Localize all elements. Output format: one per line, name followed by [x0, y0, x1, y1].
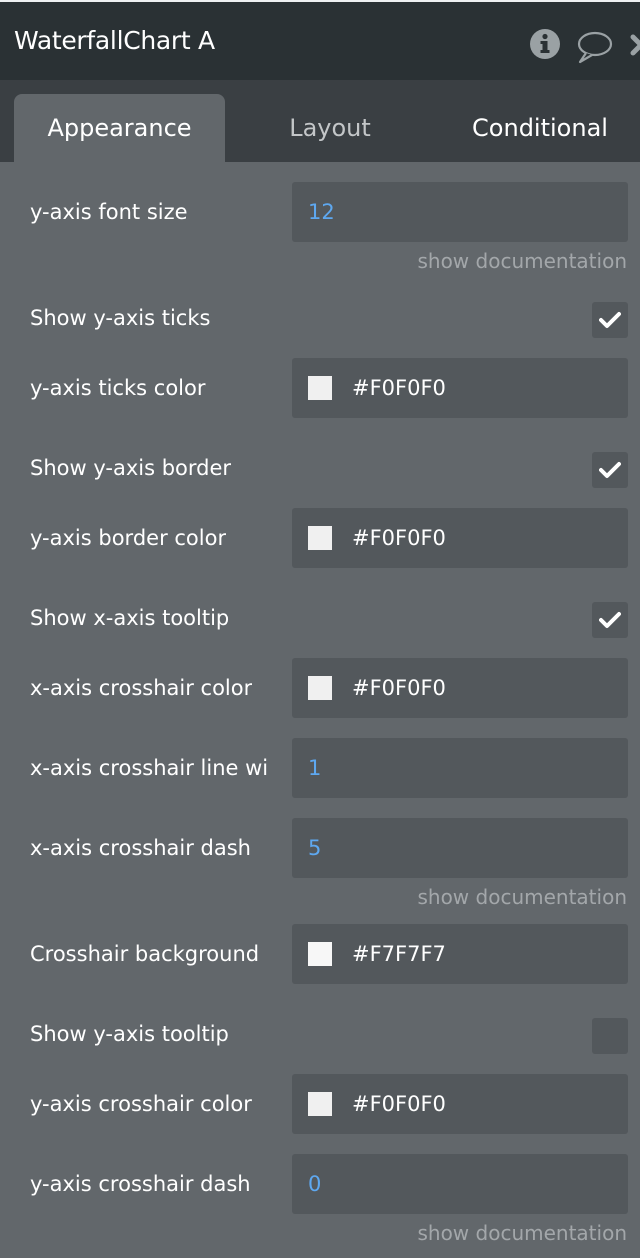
y-axis-ticks-color-label: y-axis ticks color — [30, 376, 206, 400]
tab-appearance[interactable]: Appearance — [14, 94, 225, 162]
show-x-axis-tooltip-label: Show x-axis tooltip — [30, 606, 230, 630]
crosshair-background-value: #F7F7F7 — [352, 942, 446, 966]
y-axis-ticks-color-input[interactable]: #F0F0F0 — [292, 358, 628, 418]
show-y-axis-tooltip-checkbox[interactable] — [592, 1018, 628, 1054]
x-axis-crosshair-dash-input[interactable]: 5 — [292, 818, 628, 878]
crosshair-background-input[interactable]: #F7F7F7 — [292, 924, 628, 984]
show-x-axis-tooltip-checkbox[interactable] — [592, 602, 628, 638]
x-axis-crosshair-dash-label: x-axis crosshair dash — [30, 836, 251, 860]
close-icon[interactable] — [630, 34, 640, 60]
y-axis-crosshair-dash-label: y-axis crosshair dash — [30, 1172, 251, 1196]
show-y-axis-tooltip-label: Show y-axis tooltip — [30, 1022, 229, 1046]
show-y-axis-border-checkbox[interactable] — [592, 452, 628, 488]
y-axis-font-size-value: 12 — [308, 200, 335, 224]
show-documentation-link[interactable]: show documentation — [417, 1221, 627, 1245]
show-y-axis-ticks-label: Show y-axis ticks — [30, 306, 211, 330]
x-axis-crosshair-line-width-label: x-axis crosshair line wi — [30, 756, 269, 780]
x-axis-crosshair-line-width-value: 1 — [308, 756, 322, 780]
comment-icon[interactable] — [576, 30, 614, 68]
y-axis-crosshair-color-value: #F0F0F0 — [352, 1092, 446, 1116]
y-axis-crosshair-dash-input[interactable]: 0 — [292, 1154, 628, 1214]
x-axis-crosshair-color-value: #F0F0F0 — [352, 676, 446, 700]
y-axis-font-size-input[interactable]: 12 — [292, 182, 628, 242]
color-swatch[interactable] — [308, 676, 332, 700]
x-axis-crosshair-dash-value: 5 — [308, 836, 322, 860]
info-icon[interactable] — [529, 28, 561, 64]
color-swatch[interactable] — [308, 376, 332, 400]
tab-conditional[interactable]: Conditional — [450, 94, 630, 162]
tab-layout[interactable]: Layout — [255, 94, 405, 162]
checkmark-icon — [599, 312, 621, 328]
color-swatch[interactable] — [308, 1092, 332, 1116]
crosshair-background-label: Crosshair background — [30, 942, 260, 966]
y-axis-border-color-label: y-axis border color — [30, 526, 227, 550]
color-swatch[interactable] — [308, 526, 332, 550]
y-axis-ticks-color-value: #F0F0F0 — [352, 376, 446, 400]
panel-title: WaterfallChart A — [14, 26, 215, 55]
checkmark-icon — [599, 462, 621, 478]
y-axis-crosshair-dash-value: 0 — [308, 1172, 322, 1196]
y-axis-crosshair-color-label: y-axis crosshair color — [30, 1092, 252, 1116]
y-axis-crosshair-color-input[interactable]: #F0F0F0 — [292, 1074, 628, 1134]
color-swatch[interactable] — [308, 942, 332, 966]
show-documentation-link[interactable]: show documentation — [417, 885, 627, 909]
show-y-axis-ticks-checkbox[interactable] — [592, 302, 628, 338]
x-axis-crosshair-color-label: x-axis crosshair color — [30, 676, 253, 700]
show-documentation-link[interactable]: show documentation — [417, 249, 627, 273]
y-axis-border-color-value: #F0F0F0 — [352, 526, 446, 550]
panel-header: WaterfallChart A — [0, 2, 640, 80]
y-axis-border-color-input[interactable]: #F0F0F0 — [292, 508, 628, 568]
y-axis-font-size-label: y-axis font size — [30, 200, 188, 224]
tab-bar: Appearance Layout Conditional — [0, 80, 640, 162]
show-y-axis-border-label: Show y-axis border — [30, 456, 232, 480]
checkmark-icon — [599, 612, 621, 628]
x-axis-crosshair-color-input[interactable]: #F0F0F0 — [292, 658, 628, 718]
x-axis-crosshair-line-width-input[interactable]: 1 — [292, 738, 628, 798]
